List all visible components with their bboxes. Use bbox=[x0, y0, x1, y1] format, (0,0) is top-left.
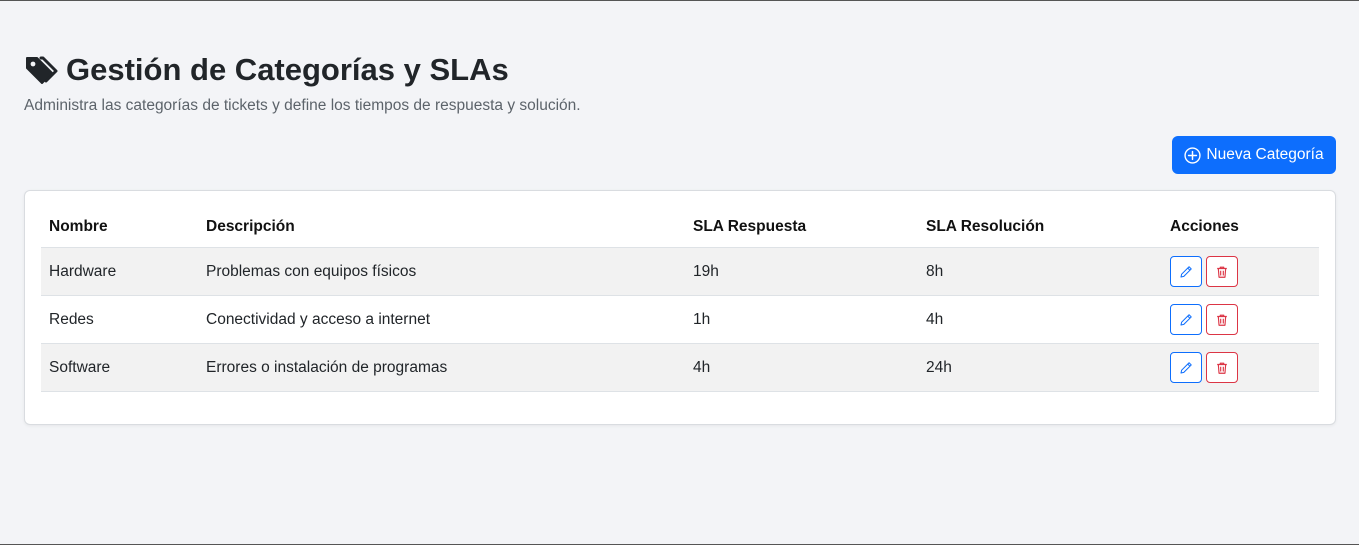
title-row: Gestión de Categorías y SLAs bbox=[24, 51, 581, 89]
cell-sla-resolucion: 24h bbox=[918, 343, 1162, 392]
row-actions bbox=[1170, 304, 1319, 335]
tags-icon bbox=[24, 53, 58, 87]
page-header: Gestión de Categorías y SLAs Administra … bbox=[24, 51, 581, 115]
header-descripcion: Descripción bbox=[198, 207, 685, 248]
delete-button[interactable] bbox=[1206, 304, 1238, 335]
pencil-icon bbox=[1180, 361, 1192, 374]
table-header-row: Nombre Descripción SLA Respuesta SLA Res… bbox=[41, 207, 1319, 248]
header-nombre: Nombre bbox=[41, 207, 198, 248]
edit-button[interactable] bbox=[1170, 256, 1202, 287]
cell-descripcion: Conectividad y acceso a internet bbox=[198, 295, 685, 344]
cell-descripcion: Problemas con equipos físicos bbox=[198, 247, 685, 296]
table-row: Software Errores o instalación de progra… bbox=[41, 343, 1319, 392]
trash-icon bbox=[1217, 266, 1227, 278]
cell-sla-respuesta: 1h bbox=[685, 295, 918, 344]
edit-button[interactable] bbox=[1170, 352, 1202, 383]
cell-acciones bbox=[1162, 247, 1319, 296]
new-category-label: Nueva Categoría bbox=[1206, 146, 1324, 163]
trash-icon bbox=[1217, 314, 1227, 326]
header-acciones: Acciones bbox=[1162, 207, 1319, 248]
pencil-icon bbox=[1180, 313, 1192, 326]
cell-descripcion: Errores o instalación de programas bbox=[198, 343, 685, 392]
page-title: Gestión de Categorías y SLAs bbox=[66, 52, 509, 87]
cell-nombre: Hardware bbox=[41, 247, 198, 296]
row-actions bbox=[1170, 352, 1319, 383]
trash-icon bbox=[1217, 362, 1227, 374]
delete-button[interactable] bbox=[1206, 256, 1238, 287]
categories-card: Nombre Descripción SLA Respuesta SLA Res… bbox=[24, 190, 1336, 425]
header-sla-resolucion: SLA Resolución bbox=[918, 207, 1162, 248]
new-category-button[interactable]: Nueva Categoría bbox=[1172, 136, 1336, 174]
cell-sla-resolucion: 4h bbox=[918, 295, 1162, 344]
table-row: Redes Conectividad y acceso a internet 1… bbox=[41, 295, 1319, 344]
categories-table: Nombre Descripción SLA Respuesta SLA Res… bbox=[41, 207, 1319, 392]
page-subtitle: Administra las categorías de tickets y d… bbox=[24, 97, 581, 114]
cell-acciones bbox=[1162, 295, 1319, 344]
cell-sla-resolucion: 8h bbox=[918, 247, 1162, 296]
cell-sla-respuesta: 4h bbox=[685, 343, 918, 392]
header-sla-respuesta: SLA Respuesta bbox=[685, 207, 918, 248]
row-actions bbox=[1170, 256, 1319, 287]
cell-acciones bbox=[1162, 343, 1319, 392]
delete-button[interactable] bbox=[1206, 352, 1238, 383]
cell-sla-respuesta: 19h bbox=[685, 247, 918, 296]
table-row: Hardware Problemas con equipos físicos 1… bbox=[41, 247, 1319, 296]
edit-button[interactable] bbox=[1170, 304, 1202, 335]
cell-nombre: Redes bbox=[41, 295, 198, 344]
cell-nombre: Software bbox=[41, 343, 198, 392]
plus-circle-icon bbox=[1184, 146, 1202, 164]
pencil-icon bbox=[1180, 265, 1192, 278]
